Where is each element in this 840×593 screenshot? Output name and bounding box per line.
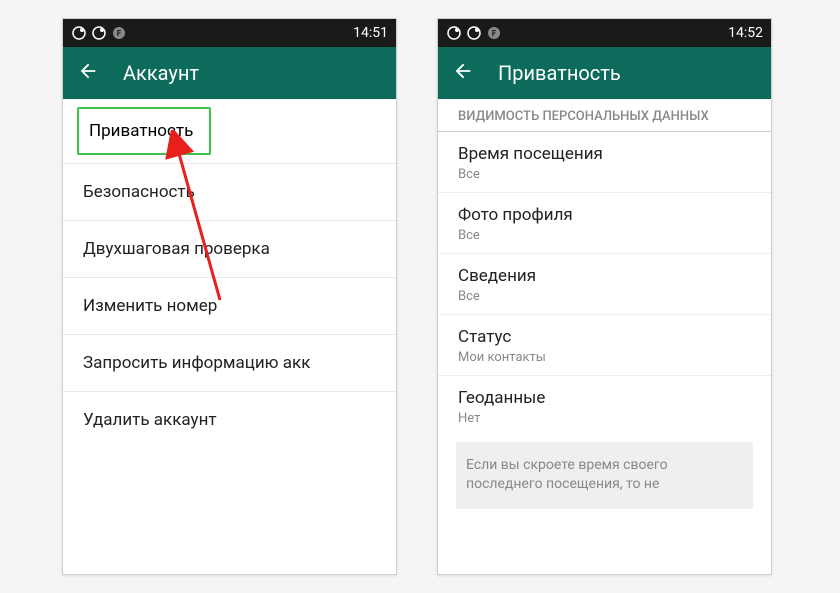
status-icons-left: F: [71, 25, 127, 41]
badge-icon: F: [486, 25, 502, 41]
setting-value: Все: [458, 167, 751, 182]
setting-about[interactable]: Сведения Все: [438, 254, 771, 315]
setting-value: Все: [458, 289, 751, 304]
setting-live-location[interactable]: Геоданные Нет: [438, 376, 771, 436]
setting-title: Статус: [458, 327, 751, 347]
menu-item-privacy[interactable]: Приватность: [77, 107, 211, 155]
status-bar: F 14:52: [438, 19, 771, 47]
status-bar: F 14:51: [63, 19, 396, 47]
setting-last-seen[interactable]: Время посещения Все: [438, 132, 771, 193]
notification-icon: [466, 25, 482, 41]
setting-title: Сведения: [458, 266, 751, 286]
setting-title: Фото профиля: [458, 205, 751, 225]
account-menu: Приватность Безопасность Двухшаговая про…: [63, 99, 396, 448]
status-time: 14:51: [353, 25, 388, 41]
menu-item-two-step[interactable]: Двухшаговая проверка: [63, 221, 396, 278]
status-icons-left: F: [446, 25, 502, 41]
setting-profile-photo[interactable]: Фото профиля Все: [438, 193, 771, 254]
app-bar: Приватность: [438, 47, 771, 99]
notification-icon: [91, 25, 107, 41]
notification-icon: [446, 25, 462, 41]
page-title: Приватность: [498, 61, 621, 85]
setting-status[interactable]: Статус Мои контакты: [438, 315, 771, 376]
status-time: 14:52: [728, 25, 763, 41]
menu-item-request-info[interactable]: Запросить информацию акк: [63, 335, 396, 392]
svg-text:F: F: [117, 29, 122, 38]
privacy-settings: ВИДИМОСТЬ ПЕРСОНАЛЬНЫХ ДАННЫХ Время посе…: [438, 99, 771, 509]
setting-value: Нет: [458, 411, 751, 426]
back-arrow-icon[interactable]: [452, 60, 474, 86]
section-header: ВИДИМОСТЬ ПЕРСОНАЛЬНЫХ ДАННЫХ: [438, 99, 771, 132]
menu-item-change-number[interactable]: Изменить номер: [63, 278, 396, 335]
menu-item-delete-account[interactable]: Удалить аккаунт: [63, 392, 396, 448]
app-bar: Аккаунт: [63, 47, 396, 99]
menu-item-security[interactable]: Безопасность: [63, 164, 396, 221]
svg-text:F: F: [492, 29, 497, 38]
notification-icon: [71, 25, 87, 41]
setting-value: Мои контакты: [458, 350, 751, 365]
setting-title: Геоданные: [458, 388, 751, 408]
badge-icon: F: [111, 25, 127, 41]
page-title: Аккаунт: [123, 61, 199, 85]
setting-title: Время посещения: [458, 144, 751, 164]
phone-right-screenshot: F 14:52 Приватность ВИДИМОСТЬ ПЕРСОНАЛЬН…: [437, 18, 772, 575]
phone-left-screenshot: F 14:51 Аккаунт Приватность Безопасность…: [62, 18, 397, 575]
info-text: Если вы скроете время своего последнего …: [456, 442, 753, 509]
setting-value: Все: [458, 228, 751, 243]
back-arrow-icon[interactable]: [77, 60, 99, 86]
